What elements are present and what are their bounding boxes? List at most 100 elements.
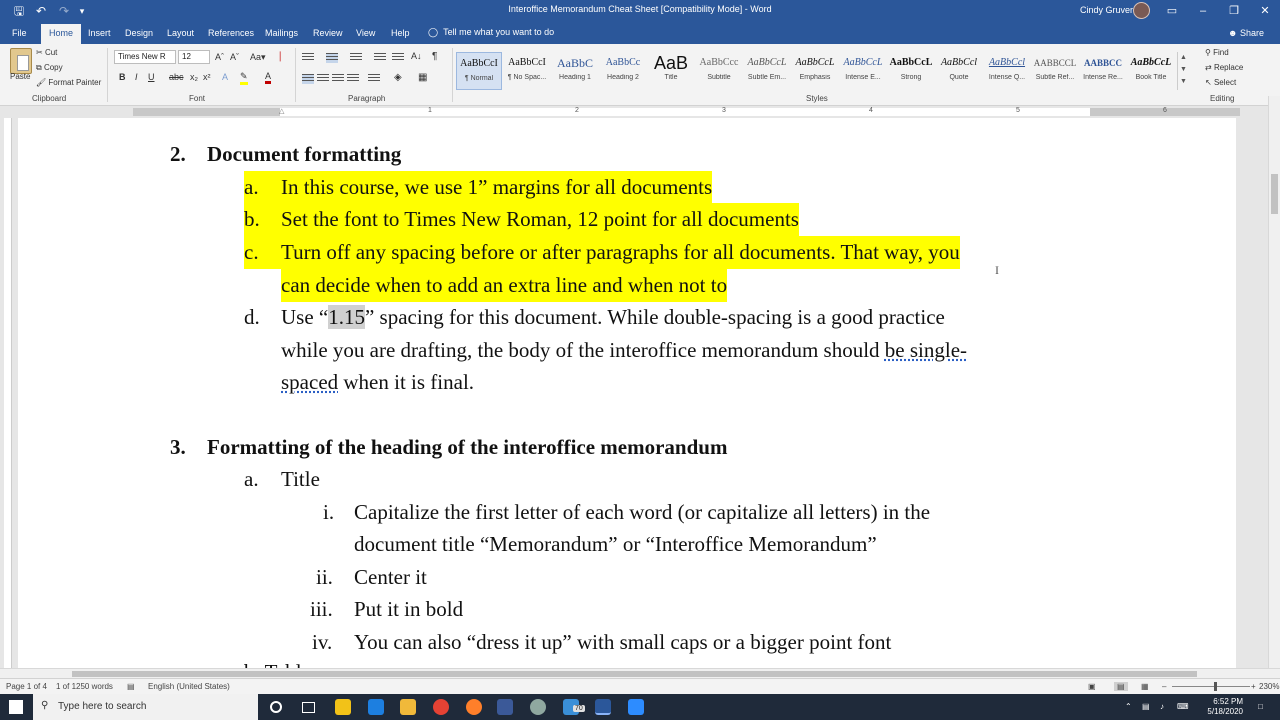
- tab-references[interactable]: References: [208, 28, 254, 38]
- style-quote[interactable]: AaBbCcl Quote: [936, 52, 982, 90]
- firefox-icon[interactable]: [466, 699, 482, 715]
- borders-icon[interactable]: ▦: [418, 72, 427, 83]
- ribbon-display-icon[interactable]: ▭: [1163, 3, 1181, 19]
- style-intense-emphasis[interactable]: AaBbCcL Intense E...: [840, 52, 886, 90]
- strikethrough-button[interactable]: abc: [169, 72, 184, 82]
- find-button[interactable]: ⚲ Find: [1205, 48, 1229, 57]
- paste-button[interactable]: Paste: [10, 72, 30, 81]
- style-intense-reference[interactable]: AABBCC Intense Re...: [1080, 52, 1126, 90]
- tell-me-box[interactable]: ◯ Tell me what you want to do: [428, 27, 554, 38]
- tab-review[interactable]: Review: [313, 28, 343, 38]
- clear-formatting-icon[interactable]: ❘: [276, 51, 284, 62]
- horizontal-ruler[interactable]: △ 1 2 3 4 5 6: [0, 106, 1280, 118]
- zoom-icon[interactable]: [628, 699, 644, 715]
- user-name[interactable]: Cindy Gruver: [1080, 5, 1133, 15]
- shading-icon[interactable]: ◈: [394, 72, 402, 83]
- volume-icon[interactable]: ♪: [1160, 702, 1164, 712]
- shrink-font-icon[interactable]: Aˇ: [230, 52, 239, 62]
- zoom-slider[interactable]: [1172, 686, 1250, 687]
- close-icon[interactable]: ✕: [1256, 3, 1274, 19]
- zoom-level[interactable]: 230%: [1259, 682, 1279, 691]
- word-count[interactable]: 1 of 1250 words: [56, 682, 113, 691]
- network-icon[interactable]: ▤: [1142, 702, 1150, 712]
- line-spacing-icon[interactable]: [368, 74, 380, 84]
- document-page[interactable]: 2. Document formatting a. In this course…: [18, 118, 1236, 668]
- copy-button[interactable]: ⧉ Copy: [36, 63, 63, 73]
- style-title[interactable]: AaB Title: [648, 52, 694, 90]
- grammar-flag[interactable]: spaced: [281, 370, 338, 394]
- taskbar-search-box[interactable]: ⚲ Type here to search: [33, 694, 258, 720]
- horizontal-scrollbar[interactable]: [0, 668, 1280, 678]
- keyboard-icon[interactable]: ⌨: [1177, 702, 1189, 712]
- style-no-spacing[interactable]: AaBbCcI ¶ No Spac...: [504, 52, 550, 90]
- style-heading-1[interactable]: AaBbC Heading 1: [552, 52, 598, 90]
- style-intense-quote[interactable]: AaBbCcl Intense Q...: [984, 52, 1030, 90]
- subscript-button[interactable]: x₂: [190, 72, 198, 82]
- clock[interactable]: 6:52 PM 5/18/2020: [1197, 697, 1243, 717]
- web-layout-icon[interactable]: ▦: [1141, 682, 1149, 691]
- tab-mailings[interactable]: Mailings: [265, 28, 298, 38]
- tray-chevron-icon[interactable]: ⌃: [1125, 702, 1132, 712]
- zoom-in-button[interactable]: +: [1251, 682, 1256, 691]
- windows-start-icon[interactable]: [9, 700, 23, 714]
- format-painter-button[interactable]: 🖌 Format Painter: [36, 78, 101, 87]
- sort-icon[interactable]: A↓: [411, 51, 422, 61]
- tab-file[interactable]: File: [12, 28, 27, 38]
- style-strong[interactable]: AaBbCcL Strong: [888, 52, 934, 90]
- bold-button[interactable]: B: [119, 72, 126, 82]
- grow-font-icon[interactable]: Aˆ: [215, 52, 224, 62]
- scrollbar-thumb[interactable]: [1271, 174, 1278, 214]
- zoom-out-button[interactable]: –: [1162, 682, 1166, 691]
- app-icon[interactable]: [497, 699, 513, 715]
- restore-icon[interactable]: ❐: [1225, 3, 1243, 19]
- cortana-icon[interactable]: [270, 701, 282, 713]
- style-subtle-emphasis[interactable]: AaBbCcL Subtle Em...: [744, 52, 790, 90]
- show-formatting-marks-icon[interactable]: ¶: [432, 51, 437, 62]
- numbering-icon[interactable]: [326, 53, 338, 63]
- share-button[interactable]: ☻ Share: [1228, 28, 1264, 38]
- style-subtitle[interactable]: AaBbCcc Subtitle: [696, 52, 742, 90]
- increase-indent-icon[interactable]: [392, 53, 404, 63]
- proofing-icon[interactable]: ▤: [127, 682, 135, 691]
- italic-button[interactable]: I: [135, 72, 138, 82]
- tab-help[interactable]: Help: [391, 28, 410, 38]
- file-explorer-icon[interactable]: [400, 699, 416, 715]
- underline-button[interactable]: U: [148, 72, 155, 82]
- tab-insert[interactable]: Insert: [88, 28, 111, 38]
- font-size-box[interactable]: 12: [178, 50, 210, 64]
- scrollbar-thumb[interactable]: [72, 671, 1197, 677]
- replace-button[interactable]: ⇄ Replace: [1205, 63, 1243, 72]
- vertical-ruler[interactable]: [4, 118, 12, 668]
- font-name-box[interactable]: Times New R: [114, 50, 176, 64]
- style-emphasis[interactable]: AaBbCcL Emphasis: [792, 52, 838, 90]
- tab-design[interactable]: Design: [125, 28, 153, 38]
- gallery-more-button[interactable]: ▲ ▼ ▼: [1177, 52, 1189, 90]
- align-right-icon[interactable]: [332, 74, 344, 84]
- store-icon[interactable]: [335, 699, 351, 715]
- decrease-indent-icon[interactable]: [374, 53, 386, 63]
- style-normal[interactable]: AaBbCcI ¶ Normal: [456, 52, 502, 90]
- tab-layout[interactable]: Layout: [167, 28, 194, 38]
- notifications-icon[interactable]: □: [1258, 702, 1263, 712]
- bullets-icon[interactable]: [302, 53, 314, 63]
- tab-view[interactable]: View: [356, 28, 375, 38]
- change-case-icon[interactable]: Aa▾: [250, 52, 266, 63]
- word-icon[interactable]: [595, 699, 611, 715]
- select-button[interactable]: ↖ Select: [1205, 78, 1236, 87]
- style-book-title[interactable]: AaBbCcL Book Title: [1128, 52, 1174, 90]
- edge-icon[interactable]: [368, 699, 384, 715]
- style-heading-2[interactable]: AaBbCc Heading 2: [600, 52, 646, 90]
- minimize-icon[interactable]: –: [1194, 3, 1212, 19]
- chrome-icon[interactable]: [433, 699, 449, 715]
- font-color-icon[interactable]: A: [265, 71, 272, 84]
- style-subtle-reference[interactable]: AABBCCL Subtle Ref...: [1032, 52, 1078, 90]
- page-count[interactable]: Page 1 of 4: [6, 682, 47, 691]
- cut-button[interactable]: ✂ Cut: [36, 48, 57, 57]
- superscript-button[interactable]: x²: [203, 72, 211, 82]
- multilevel-list-icon[interactable]: [350, 53, 362, 63]
- vertical-scrollbar[interactable]: [1268, 96, 1280, 668]
- align-center-icon[interactable]: [317, 74, 329, 84]
- paste-icon[interactable]: [10, 48, 32, 74]
- language-status[interactable]: English (United States): [148, 682, 230, 691]
- avatar[interactable]: [1133, 2, 1150, 19]
